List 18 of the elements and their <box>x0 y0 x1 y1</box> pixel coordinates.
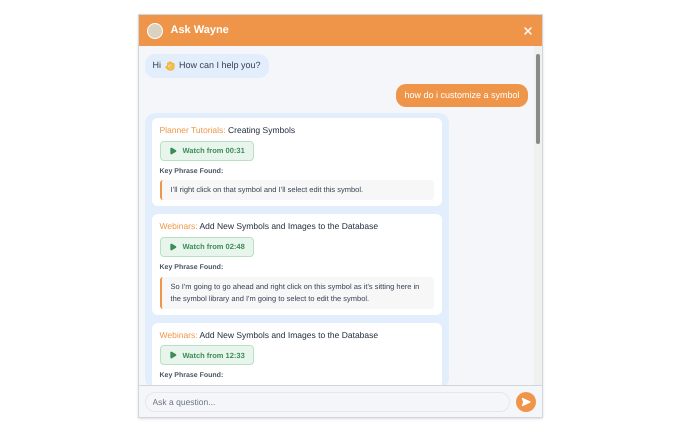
waving-hand-icon <box>165 60 175 71</box>
result-title: Planner Tutorials: Creating Symbols <box>160 124 296 137</box>
close-icon <box>522 24 534 36</box>
scrollbar[interactable] <box>534 46 542 385</box>
result-title: Webinars: Add New Symbols and Images to the Database <box>160 328 378 342</box>
scrollbar-thumb[interactable] <box>536 54 540 144</box>
play-icon <box>168 146 176 155</box>
send-icon <box>520 396 530 406</box>
send-button[interactable] <box>516 392 536 412</box>
play-icon <box>168 243 176 251</box>
message-text: How can I help you? <box>179 59 261 72</box>
play-icon <box>168 351 176 360</box>
close-button[interactable] <box>522 24 534 36</box>
chat-title: Ask Wayne <box>170 23 229 38</box>
user-message: how do i customize a symbol <box>396 84 528 107</box>
result-title: Webinars: Add New Symbols and Images to the Database <box>160 220 378 233</box>
question-input[interactable]: Ask a question... <box>144 392 510 412</box>
message-text: Hi <box>152 59 161 72</box>
